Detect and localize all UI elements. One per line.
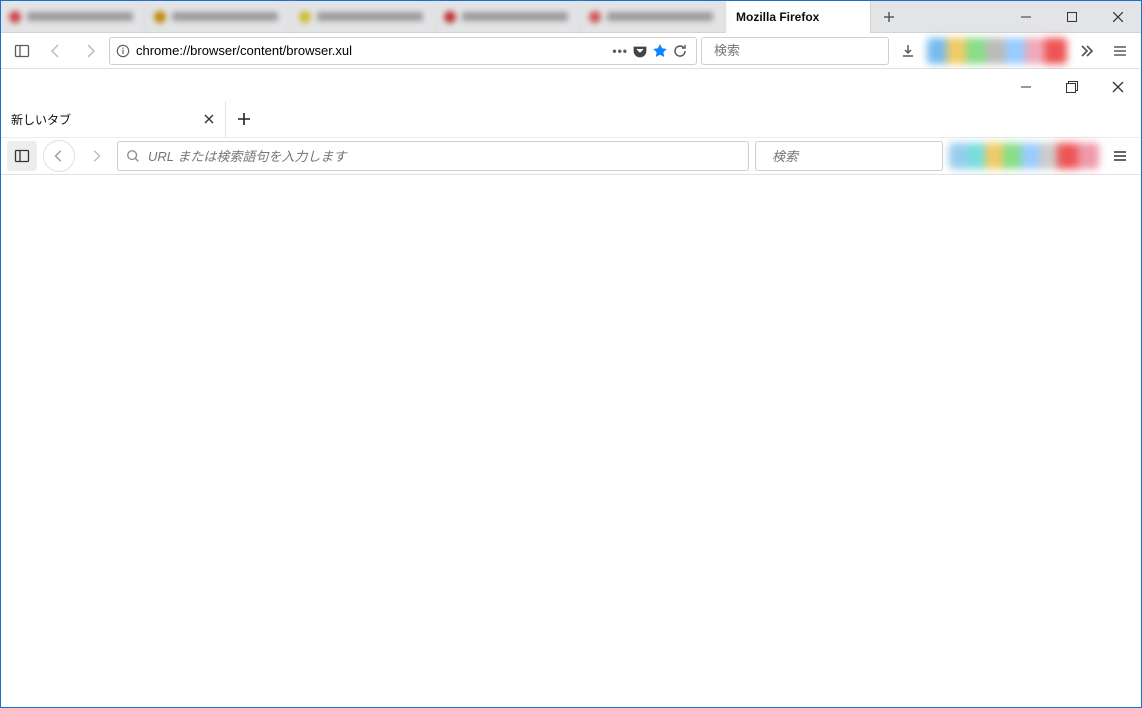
close-tab-icon[interactable] <box>203 113 215 125</box>
inner-tab[interactable]: 新しいタブ <box>1 101 226 137</box>
plus-icon <box>237 112 251 126</box>
close-icon <box>1113 12 1123 22</box>
outer-url-input[interactable] <box>136 43 604 58</box>
background-tabs <box>1 1 726 32</box>
window-minimize-button[interactable] <box>1003 1 1049 33</box>
pocket-icon[interactable] <box>632 43 648 59</box>
inner-toolbar <box>1 137 1141 175</box>
page-actions-button[interactable]: ••• <box>612 44 628 58</box>
outer-toolbar: ••• <box>1 33 1141 69</box>
back-button[interactable] <box>41 36 71 66</box>
chevron-double-right-icon <box>1079 44 1093 58</box>
embedded-browser-window: 新しいタブ <box>1 69 1141 707</box>
inner-url-input[interactable] <box>148 149 740 164</box>
sidebar-icon <box>14 43 30 59</box>
active-tab-title: Mozilla Firefox <box>736 10 819 24</box>
inner-forward-button[interactable] <box>81 141 111 171</box>
restore-icon <box>1066 81 1078 93</box>
hamburger-icon <box>1113 44 1127 58</box>
reload-icon[interactable] <box>672 43 688 59</box>
window-close-button[interactable] <box>1095 1 1141 33</box>
outer-url-bar[interactable]: ••• <box>109 37 697 65</box>
inner-window-controls <box>1003 69 1141 105</box>
inner-close-button[interactable] <box>1095 69 1141 105</box>
hamburger-icon <box>1113 149 1127 163</box>
extension-buttons-area[interactable] <box>927 38 1067 64</box>
outer-tab-bar: Mozilla Firefox <box>1 1 1141 33</box>
new-tab-button[interactable] <box>871 1 907 32</box>
inner-new-tab-button[interactable] <box>226 101 262 137</box>
inner-search-bar[interactable] <box>755 141 943 171</box>
inner-restore-button[interactable] <box>1049 69 1095 105</box>
downloads-button[interactable] <box>893 36 923 66</box>
inner-sidebar-toggle-button[interactable] <box>7 141 37 171</box>
inner-back-button[interactable] <box>43 140 75 172</box>
forward-button[interactable] <box>75 36 105 66</box>
bookmark-star-icon[interactable] <box>652 43 668 59</box>
background-tab[interactable] <box>581 1 726 33</box>
outer-search-bar[interactable] <box>701 37 889 65</box>
url-actions: ••• <box>610 43 690 59</box>
inner-search-input[interactable] <box>772 149 950 164</box>
close-icon <box>1112 81 1124 93</box>
background-tab[interactable] <box>436 1 581 33</box>
arrow-right-icon <box>89 149 103 163</box>
plus-icon <box>883 11 895 23</box>
app-menu-button[interactable] <box>1105 36 1135 66</box>
sidebar-toggle-button[interactable] <box>7 36 37 66</box>
search-icon <box>126 149 140 163</box>
inner-minimize-button[interactable] <box>1003 69 1049 105</box>
background-tab[interactable] <box>146 1 291 33</box>
inner-url-bar[interactable] <box>117 141 749 171</box>
inner-tab-bar: 新しいタブ <box>1 101 1141 137</box>
active-tab[interactable]: Mozilla Firefox <box>726 1 871 33</box>
outer-search-input[interactable] <box>714 43 890 58</box>
maximize-icon <box>1067 12 1077 22</box>
inner-tab-title: 新しいタブ <box>11 111 71 128</box>
arrow-left-icon <box>52 149 66 163</box>
background-tab[interactable] <box>291 1 436 33</box>
minimize-icon <box>1021 82 1031 92</box>
download-icon <box>900 43 916 59</box>
sidebar-icon <box>14 148 30 164</box>
inner-extension-buttons-area[interactable] <box>949 143 1099 169</box>
inner-content-area <box>1 175 1141 707</box>
window-maximize-button[interactable] <box>1049 1 1095 33</box>
info-icon <box>116 44 130 58</box>
inner-app-menu-button[interactable] <box>1105 141 1135 171</box>
arrow-right-icon <box>82 43 98 59</box>
minimize-icon <box>1021 12 1031 22</box>
overflow-button[interactable] <box>1071 36 1101 66</box>
background-tab[interactable] <box>1 1 146 33</box>
arrow-left-icon <box>48 43 64 59</box>
